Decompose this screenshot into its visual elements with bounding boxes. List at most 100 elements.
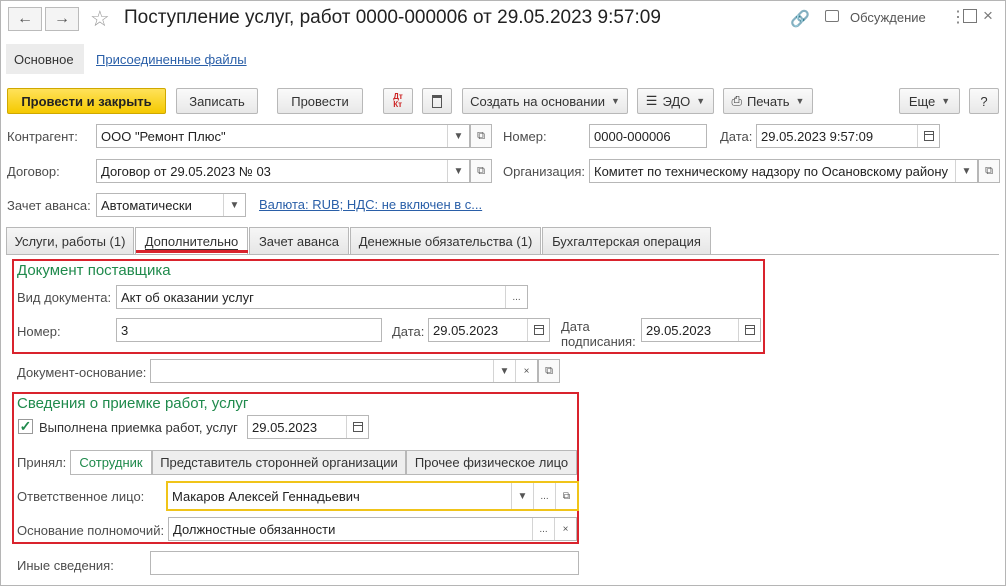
create-based-button[interactable]: Создать на основании ▼ <box>462 88 628 114</box>
advance-label: Зачет аванса: <box>7 198 91 213</box>
tab-third-party[interactable]: Представитель сторонней организации <box>152 450 406 475</box>
section-main[interactable]: Основное <box>6 44 84 74</box>
report-button[interactable] <box>422 88 452 114</box>
acceptance-title: Сведения о приемке работ, услуг <box>17 395 249 412</box>
org-value: Комитет по техническому надзору по Осано… <box>594 163 949 179</box>
more-button[interactable]: Еще ▼ <box>899 88 960 114</box>
acceptance-checkbox[interactable]: ✓ <box>18 418 33 434</box>
chevron-down-icon: ▼ <box>795 96 805 106</box>
number-field[interactable]: 0000-000006 <box>589 124 707 148</box>
more-label: Еще <box>908 93 936 109</box>
org-label: Организация: <box>503 164 586 179</box>
clear-icon[interactable]: × <box>515 360 537 382</box>
doc-type-field[interactable]: Акт об оказании услуг... <box>116 285 528 309</box>
number-label: Номер: <box>503 129 547 144</box>
printer-icon: ⎙ <box>731 93 742 108</box>
tab-employee[interactable]: Сотрудник <box>70 450 152 475</box>
open-icon[interactable]: ⧉ <box>978 159 1000 183</box>
authority-field[interactable]: Должностные обязанности... × <box>168 517 577 541</box>
edo-icon: ☰ <box>645 93 658 108</box>
open-icon[interactable]: ⧉ <box>538 359 560 383</box>
supplier-date-field[interactable]: 29.05.2023 <box>428 318 550 342</box>
authority-label: Основание полномочий: <box>17 523 165 538</box>
other-info-field[interactable] <box>150 551 579 575</box>
print-button[interactable]: ⎙ Печать ▼ <box>723 88 813 114</box>
edo-label: ЭДО <box>662 93 691 109</box>
dropdown-icon[interactable]: ▼ <box>493 360 515 382</box>
responsible-field[interactable]: Макаров Алексей Геннадьевич ▼... ⧉ <box>166 481 579 511</box>
chevron-down-icon: ▼ <box>696 96 706 106</box>
star-icon[interactable]: ☆ <box>90 6 110 32</box>
tab-services[interactable]: Услуги, работы (1) <box>6 227 134 254</box>
open-icon[interactable]: ⧉ <box>555 483 577 509</box>
dt-kt-icon: Дт Кт <box>393 92 403 109</box>
supplier-date-label: Дата: <box>392 324 425 339</box>
dropdown-icon[interactable]: ▼ <box>447 125 469 147</box>
org-field[interactable]: Комитет по техническому надзору по Осано… <box>589 159 978 183</box>
supplier-number-field[interactable]: 3 <box>116 318 382 342</box>
open-icon[interactable]: ⧉ <box>470 124 492 148</box>
close-icon[interactable]: × <box>983 6 993 26</box>
help-button[interactable]: ? <box>969 88 999 114</box>
tab-additional-label: Дополнительно <box>144 233 239 250</box>
ellipsis-icon[interactable]: ... <box>533 483 555 509</box>
post-and-close-button[interactable]: Провести и закрыть <box>7 88 166 114</box>
checkmark-icon: ✓ <box>19 418 32 434</box>
counterparty-label: Контрагент: <box>7 129 78 144</box>
chevron-down-icon: ▼ <box>610 96 620 106</box>
chevron-down-icon: ▼ <box>941 96 951 106</box>
counterparty-field[interactable]: ООО "Ремонт Плюс" ▼ <box>96 124 470 148</box>
responsible-value: Макаров Алексей Геннадьевич <box>172 488 360 504</box>
calendar-icon[interactable] <box>346 416 368 438</box>
list-icon <box>432 94 442 108</box>
discussion-link[interactable]: Обсуждение <box>850 10 926 25</box>
dt-kt-button[interactable]: Дт Кт <box>383 88 413 114</box>
tab-advance[interactable]: Зачет аванса <box>249 227 349 254</box>
tab-divider <box>6 254 999 255</box>
sign-date-field[interactable]: 29.05.2023 <box>641 318 761 342</box>
doc-type-label: Вид документа: <box>17 290 112 305</box>
sign-date-label-line1: Дата <box>561 319 590 334</box>
supplier-number-label: Номер: <box>17 324 61 339</box>
forward-button[interactable]: → <box>45 7 79 31</box>
date-label: Дата: <box>720 129 753 144</box>
acceptance-checkbox-label[interactable]: Выполнена приемка работ, услуг <box>39 420 238 435</box>
tab-obligations[interactable]: Денежные обязательства (1) <box>350 227 541 254</box>
accepted-label: Принял: <box>17 455 67 470</box>
contract-field[interactable]: Договор от 29.05.2023 № 03 ▼ <box>96 159 470 183</box>
dropdown-icon[interactable]: ▼ <box>955 160 977 182</box>
advance-select[interactable]: Автоматически ▼ <box>96 193 246 217</box>
date-field[interactable]: 29.05.2023 9:57:09 <box>756 124 940 148</box>
calendar-icon[interactable] <box>917 125 939 147</box>
calendar-icon[interactable] <box>738 319 760 341</box>
back-button[interactable]: ← <box>8 7 42 31</box>
responsible-label: Ответственное лицо: <box>17 489 145 504</box>
ellipsis-icon[interactable]: ... <box>505 286 527 308</box>
acceptance-date-value: 29.05.2023 <box>252 419 318 435</box>
maximize-icon[interactable] <box>963 9 977 23</box>
acceptance-date-field[interactable]: 29.05.2023 <box>247 415 369 439</box>
calendar-icon[interactable] <box>527 319 549 341</box>
section-files[interactable]: Присоединенные файлы <box>88 44 255 74</box>
active-tab-indicator <box>136 250 248 253</box>
tab-accounting[interactable]: Бухгалтерская операция <box>542 227 711 254</box>
basis-doc-label: Документ-основание: <box>17 365 147 380</box>
open-icon[interactable]: ⧉ <box>470 159 492 183</box>
sign-date-value: 29.05.2023 <box>646 322 712 338</box>
doc-type-value: Акт об оказании услуг <box>121 289 254 305</box>
link-icon[interactable]: 🔗 <box>790 9 810 29</box>
post-button[interactable]: Провести <box>277 88 363 114</box>
edo-button[interactable]: ☰ ЭДО ▼ <box>637 88 714 114</box>
ellipsis-icon[interactable]: ... <box>532 518 554 540</box>
clear-icon[interactable]: × <box>554 518 576 540</box>
dropdown-icon[interactable]: ▼ <box>511 483 533 509</box>
save-button[interactable]: Записать <box>176 88 258 114</box>
dropdown-icon[interactable]: ▼ <box>223 194 245 216</box>
tab-other-person[interactable]: Прочее физическое лицо <box>406 450 577 475</box>
supplier-number-value: 3 <box>121 322 129 338</box>
discussion-icon <box>825 10 839 22</box>
dropdown-icon[interactable]: ▼ <box>447 160 469 182</box>
currency-link[interactable]: Валюта: RUB; НДС: не включен в с... <box>259 197 482 212</box>
window-title: Поступление услуг, работ 0000-000006 от … <box>124 7 661 28</box>
basis-doc-field[interactable]: ▼ × <box>150 359 538 383</box>
